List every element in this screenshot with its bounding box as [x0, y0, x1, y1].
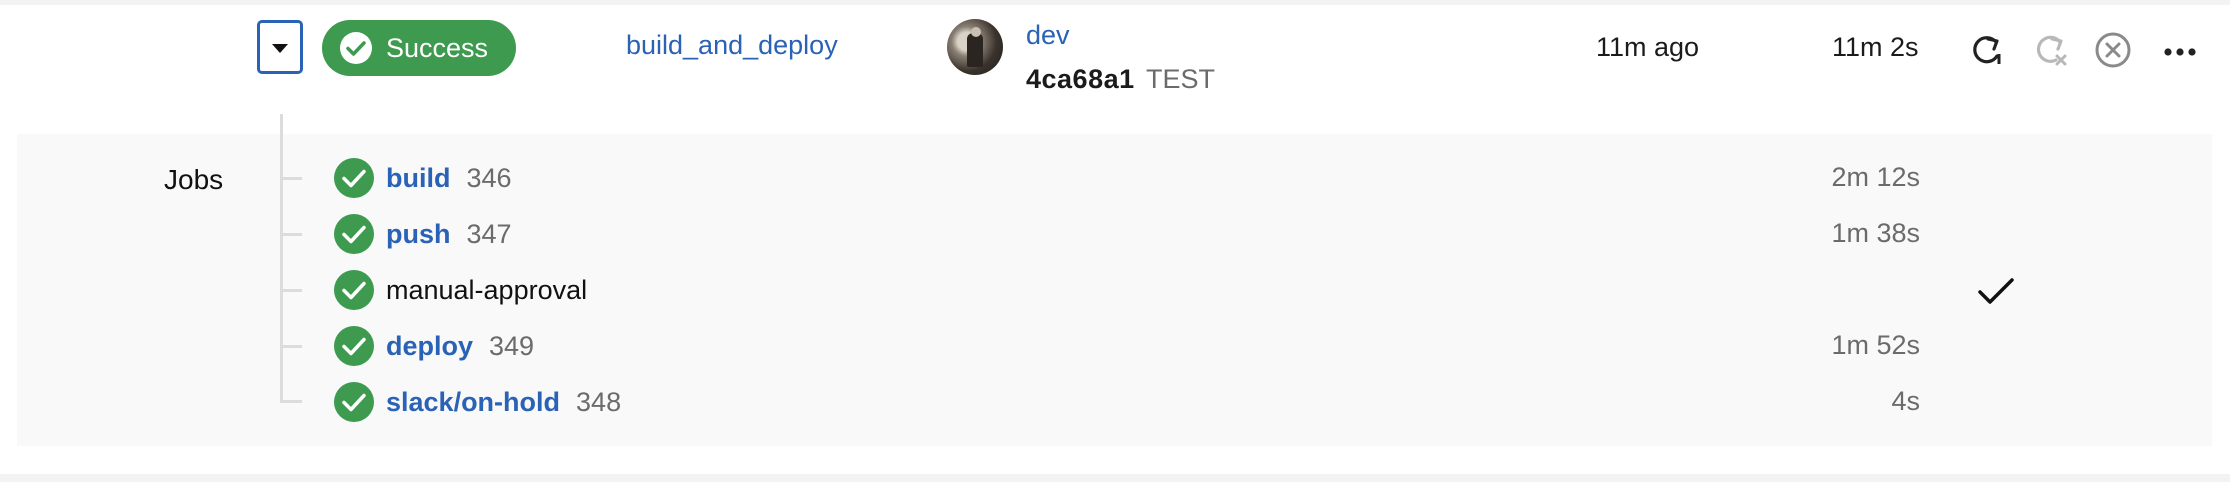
rerun-button[interactable] — [1966, 30, 2006, 70]
job-name: manual-approval — [386, 274, 588, 305]
success-check-icon — [334, 214, 374, 254]
started-time: 11m ago — [1596, 32, 1700, 62]
commit-hash[interactable]: 4ca68a1 — [1026, 64, 1135, 95]
job-name-link[interactable]: build — [386, 163, 450, 194]
top-divider — [0, 0, 2230, 5]
success-check-icon — [334, 158, 374, 198]
cancel-icon — [2095, 32, 2131, 68]
success-check-icon — [334, 382, 374, 422]
rerun-failed-button[interactable] — [2030, 30, 2070, 70]
expand-toggle-button[interactable] — [257, 20, 303, 74]
bottom-divider — [0, 474, 2230, 482]
tree-branch — [280, 177, 302, 180]
tree-branch — [280, 233, 302, 236]
check-circle-icon — [340, 32, 372, 64]
job-number: 348 — [576, 386, 622, 417]
cancel-button[interactable] — [2093, 30, 2133, 70]
job-duration: 1m 38s — [1831, 218, 1920, 248]
status-label: Success — [386, 32, 489, 63]
job-number: 347 — [466, 218, 512, 249]
tree-branch — [280, 345, 302, 348]
tree-connector — [280, 114, 283, 402]
tree-branch — [280, 289, 302, 292]
avatar — [947, 19, 1003, 75]
status-badge: Success — [322, 20, 516, 76]
success-check-icon — [334, 270, 374, 310]
job-number: 346 — [466, 162, 512, 193]
job-duration: 1m 52s — [1831, 330, 1920, 360]
more-options-button[interactable] — [2160, 30, 2200, 70]
job-row[interactable]: deploy 349 — [334, 324, 534, 368]
success-check-icon — [334, 326, 374, 366]
job-name-link[interactable]: deploy — [386, 331, 473, 362]
rerun-icon — [1973, 36, 2001, 64]
job-duration: 4s — [1891, 386, 1920, 416]
more-icon — [2164, 48, 2196, 56]
job-row[interactable]: push 347 — [334, 212, 512, 256]
job-row[interactable]: manual-approval — [334, 268, 587, 312]
tree-branch — [280, 400, 302, 403]
job-duration: 2m 12s — [1831, 162, 1920, 192]
caret-down-icon — [272, 44, 288, 53]
job-row[interactable]: build 346 — [334, 156, 512, 200]
job-number: 349 — [489, 330, 535, 361]
workflow-link[interactable]: build_and_deploy — [626, 30, 838, 61]
job-name-link[interactable]: slack/on-hold — [386, 387, 560, 418]
jobs-label: Jobs — [164, 164, 224, 195]
branch-link[interactable]: dev — [1026, 20, 1070, 51]
approved-check-icon — [1976, 272, 2016, 312]
job-name-link[interactable]: push — [386, 219, 451, 250]
pipeline-duration: 11m 2s — [1832, 32, 1919, 62]
job-row[interactable]: slack/on-hold 348 — [334, 380, 621, 424]
commit-message: TEST — [1146, 64, 1216, 94]
rerun-failed-icon — [2036, 35, 2067, 66]
